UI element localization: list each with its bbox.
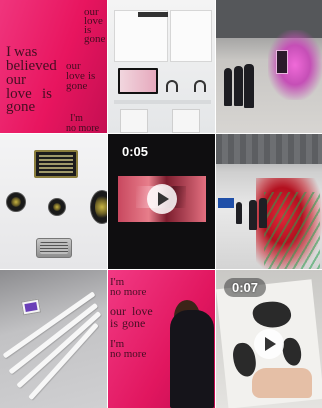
grid-item-3[interactable] — [216, 0, 322, 133]
wall-panel — [114, 10, 168, 62]
video-duration: 0:05 — [122, 144, 149, 159]
person — [244, 64, 254, 108]
person — [259, 198, 267, 228]
grid-item-2[interactable] — [108, 0, 215, 133]
wall-text: gone — [66, 80, 88, 92]
wall-text: gone — [122, 316, 146, 330]
wall-text: is — [110, 316, 119, 330]
person — [234, 66, 243, 106]
wall-text: is — [42, 86, 53, 102]
headphones — [166, 80, 178, 92]
disc — [90, 190, 107, 224]
person — [249, 200, 257, 230]
video-duration: 0:07 — [224, 278, 267, 297]
ceiling — [216, 134, 322, 164]
wall-text: no more — [110, 286, 147, 298]
green-installation — [264, 192, 320, 269]
person — [170, 310, 214, 408]
play-icon[interactable] — [254, 329, 284, 359]
disc — [48, 198, 66, 216]
grid-item-1[interactable]: our love is gone I was believed our love… — [0, 0, 107, 133]
wall-panel — [170, 10, 212, 62]
wall-frame — [276, 50, 288, 74]
blue-artwork — [218, 198, 234, 208]
wall-text: no more — [66, 123, 100, 134]
table — [114, 100, 211, 104]
play-icon[interactable] — [147, 184, 177, 214]
grid-item-9[interactable]: 0:07 — [216, 270, 322, 408]
grid-item-8[interactable]: I'm no more our love is gone I'm no more — [108, 270, 215, 408]
plaque — [34, 150, 78, 178]
chair — [172, 109, 200, 133]
media-grid: our love is gone I was believed our love… — [0, 0, 322, 408]
grid-item-7[interactable] — [0, 270, 107, 408]
grid-item-4[interactable] — [0, 134, 107, 269]
grid-item-6[interactable] — [216, 134, 322, 269]
person — [236, 202, 242, 224]
wall-text: gone — [84, 33, 106, 45]
grid-item-5[interactable]: 0:05 — [108, 134, 215, 269]
monitor — [118, 68, 158, 94]
panel-heading — [138, 12, 168, 17]
wall-text: is — [88, 70, 96, 82]
tray — [36, 238, 72, 258]
wall-text: gone — [6, 99, 36, 115]
disc — [6, 192, 26, 212]
hand — [252, 368, 312, 398]
wall-text: I'm — [70, 113, 83, 124]
headphones — [194, 80, 206, 92]
wall-text: no more — [110, 348, 147, 360]
chair — [120, 109, 148, 133]
person — [224, 68, 232, 106]
